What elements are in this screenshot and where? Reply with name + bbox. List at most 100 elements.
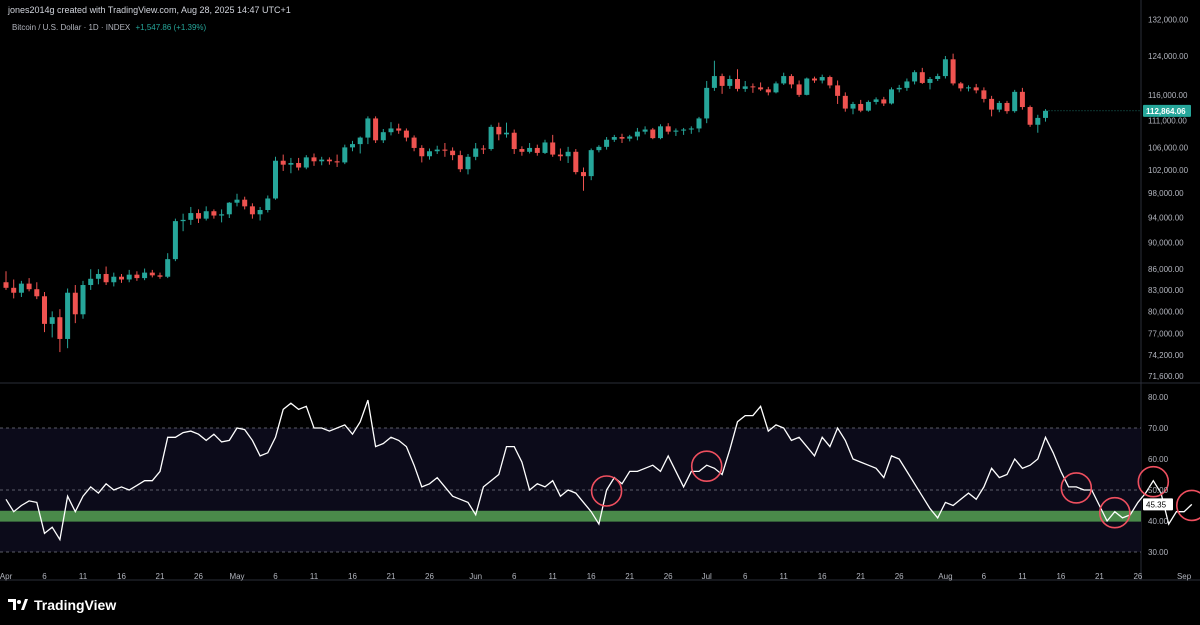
candle-body: [249, 206, 255, 215]
candle-body: [557, 154, 563, 157]
candle-body: [119, 276, 124, 280]
candle-body: [865, 101, 871, 111]
candle: [196, 209, 201, 224]
candle: [103, 266, 109, 286]
candle: [249, 203, 255, 219]
candle-body: [203, 211, 209, 219]
candle-body: [149, 272, 155, 276]
candle: [365, 116, 371, 145]
candle: [49, 311, 55, 338]
candle-body: [896, 87, 902, 90]
time-tick-label: 16: [587, 572, 596, 581]
candle-body: [504, 132, 509, 135]
candle-body: [989, 98, 995, 110]
tradingview-brand[interactable]: TradingView: [8, 597, 116, 613]
candle: [172, 218, 178, 262]
time-tick-label: 11: [1018, 572, 1027, 581]
candle-body: [219, 214, 225, 216]
candle: [350, 140, 355, 152]
candle-body: [457, 155, 463, 170]
time-tick-label: Jun: [469, 572, 482, 581]
attribution-text: jones2014g created with TradingView.com,…: [8, 5, 291, 15]
candle: [981, 87, 987, 103]
candle-body: [57, 317, 63, 339]
candle-body: [804, 78, 810, 95]
candle: [819, 74, 825, 84]
candle: [496, 122, 502, 141]
candle-body: [265, 198, 271, 211]
time-tick-label: 26: [1133, 572, 1142, 581]
candle-body: [80, 285, 86, 315]
candle: [912, 70, 918, 85]
candle: [527, 143, 533, 154]
candle-body: [273, 160, 278, 199]
symbol-legend: Bitcoin / U.S. Dollar · 1D · INDEX +1,54…: [12, 23, 206, 32]
candle: [419, 145, 425, 163]
candle: [989, 95, 995, 117]
price-tick-label: 111,000.00: [1148, 117, 1187, 126]
candle-body: [326, 159, 332, 162]
candle: [704, 80, 710, 124]
candle-body: [758, 87, 764, 90]
chart-canvas[interactable]: 71,600.00 74,200.00 77,000.00 80,000.00 83,0…: [0, 0, 1200, 625]
candle-body: [711, 76, 717, 88]
candle: [681, 127, 687, 135]
price-tick-label: 74,200.00: [1148, 351, 1184, 360]
candle-body: [519, 149, 525, 152]
candle: [604, 137, 610, 150]
time-tick-label: 16: [117, 572, 126, 581]
candle-body: [658, 126, 663, 139]
rsi-value-label: 45.35: [1146, 500, 1167, 509]
candle-body: [696, 118, 702, 129]
time-tick-label: 26: [895, 572, 904, 581]
candle-body: [665, 126, 671, 132]
candle-body: [103, 273, 109, 283]
candle: [357, 136, 363, 154]
candle: [650, 127, 656, 140]
candle: [727, 75, 733, 89]
candle-body: [819, 77, 825, 81]
candle: [457, 150, 463, 173]
candle-body: [242, 199, 248, 207]
rsi-tick-label: 30.00: [1148, 548, 1169, 557]
candle: [950, 53, 956, 86]
price-tick-label: 86,000.00: [1148, 265, 1184, 274]
candle: [180, 213, 186, 232]
time-tick-label: 16: [348, 572, 357, 581]
candle: [126, 269, 132, 283]
rsi-tick-label: 70.00: [1148, 424, 1169, 433]
candle: [273, 156, 278, 200]
candle: [642, 126, 648, 135]
tradingview-logo-icon: [8, 599, 28, 611]
candle-body: [134, 274, 140, 279]
price-tick-label: 102,000.00: [1148, 166, 1189, 175]
candle-body: [588, 150, 594, 177]
candle: [750, 83, 756, 93]
candle: [480, 145, 486, 155]
candle-body: [465, 156, 471, 170]
price-tick-label: 132,000.00: [1148, 16, 1189, 25]
time-tick-label: 21: [156, 572, 165, 581]
time-tick-label: May: [229, 572, 244, 581]
candle-body: [111, 276, 117, 283]
candle-body: [688, 128, 694, 130]
candle: [534, 144, 540, 156]
candle-body: [773, 83, 779, 93]
symbol-title: Bitcoin / U.S. Dollar · 1D · INDEX: [12, 23, 131, 32]
candle-body: [850, 103, 856, 109]
candle: [211, 209, 217, 219]
candle: [996, 100, 1002, 113]
candle-body: [126, 274, 132, 280]
candle-body: [419, 147, 425, 157]
candle-body: [296, 162, 302, 168]
candle-body: [373, 118, 379, 141]
candle-body: [396, 128, 402, 131]
time-tick-label: 16: [818, 572, 827, 581]
candle: [1004, 100, 1010, 114]
candle-body: [350, 144, 355, 148]
candle-body: [881, 99, 887, 104]
candle: [265, 195, 271, 213]
candle: [919, 67, 925, 84]
candle: [958, 81, 964, 92]
candle-body: [257, 210, 263, 215]
